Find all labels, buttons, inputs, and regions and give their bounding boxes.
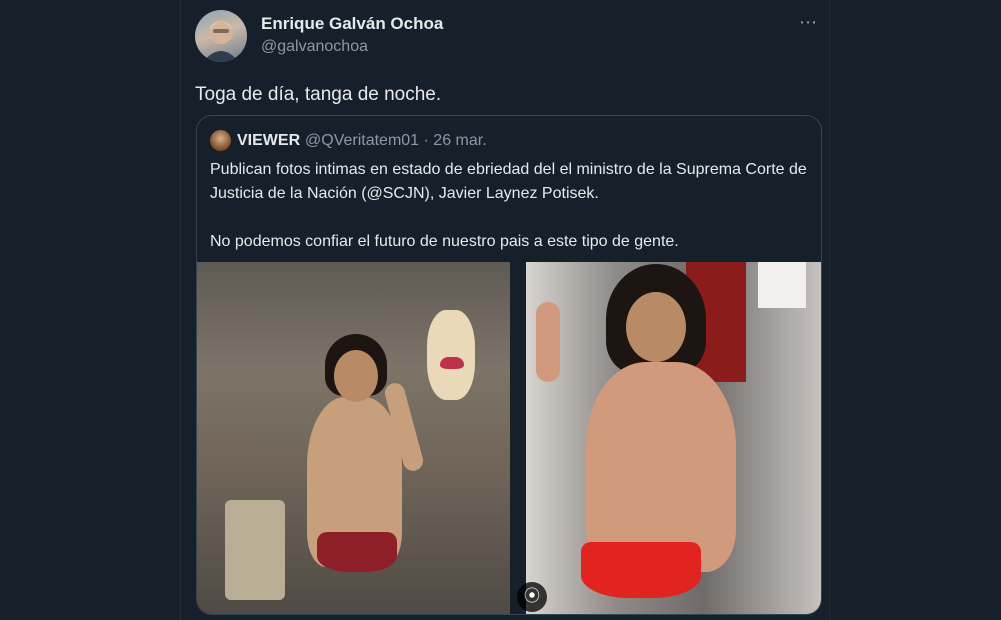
media-grid: ⦿ xyxy=(197,262,821,614)
photo-right[interactable] xyxy=(526,262,821,614)
quoted-tweet[interactable]: VIEWER @QVeritatem01 · 26 mar. Publican … xyxy=(196,115,822,615)
more-options-icon[interactable]: ⋯ xyxy=(799,12,818,33)
chair-shape xyxy=(225,500,285,600)
tweet-card: Enrique Galván Ochoa @galvanochoa ⋯ Toga… xyxy=(180,0,830,620)
figure-briefs xyxy=(581,542,701,598)
author-name[interactable]: Enrique Galván Ochoa xyxy=(261,14,443,34)
author-avatar[interactable] xyxy=(195,10,247,62)
figure-body xyxy=(586,362,736,572)
media-expand-icon[interactable]: ⦿ xyxy=(517,582,547,612)
author-handle[interactable]: @galvanochoa xyxy=(261,38,368,56)
quoted-text-paragraph-2: No podemos confiar el futuro de nuestro … xyxy=(210,233,679,250)
figure-arm xyxy=(536,302,560,382)
quoted-author-handle[interactable]: @QVeritatem01 · 26 mar. xyxy=(305,132,487,150)
doll-briefs xyxy=(440,357,464,369)
figure-head xyxy=(334,350,378,402)
quoted-tweet-text: Publican fotos intimas en estado de ebri… xyxy=(210,158,810,254)
quoted-text-paragraph-1: Publican fotos intimas en estado de ebri… xyxy=(210,161,807,202)
avatar-photo xyxy=(203,20,239,62)
figure-head xyxy=(626,292,686,362)
doll-toy xyxy=(427,310,475,400)
figure-briefs xyxy=(317,532,397,572)
tweet-text: Toga de día, tanga de noche. xyxy=(195,84,442,105)
paper-sheet xyxy=(758,262,806,308)
quoted-author-name[interactable]: VIEWER xyxy=(237,132,300,150)
quoted-author-avatar[interactable] xyxy=(210,130,231,151)
photo-left[interactable] xyxy=(197,262,510,614)
